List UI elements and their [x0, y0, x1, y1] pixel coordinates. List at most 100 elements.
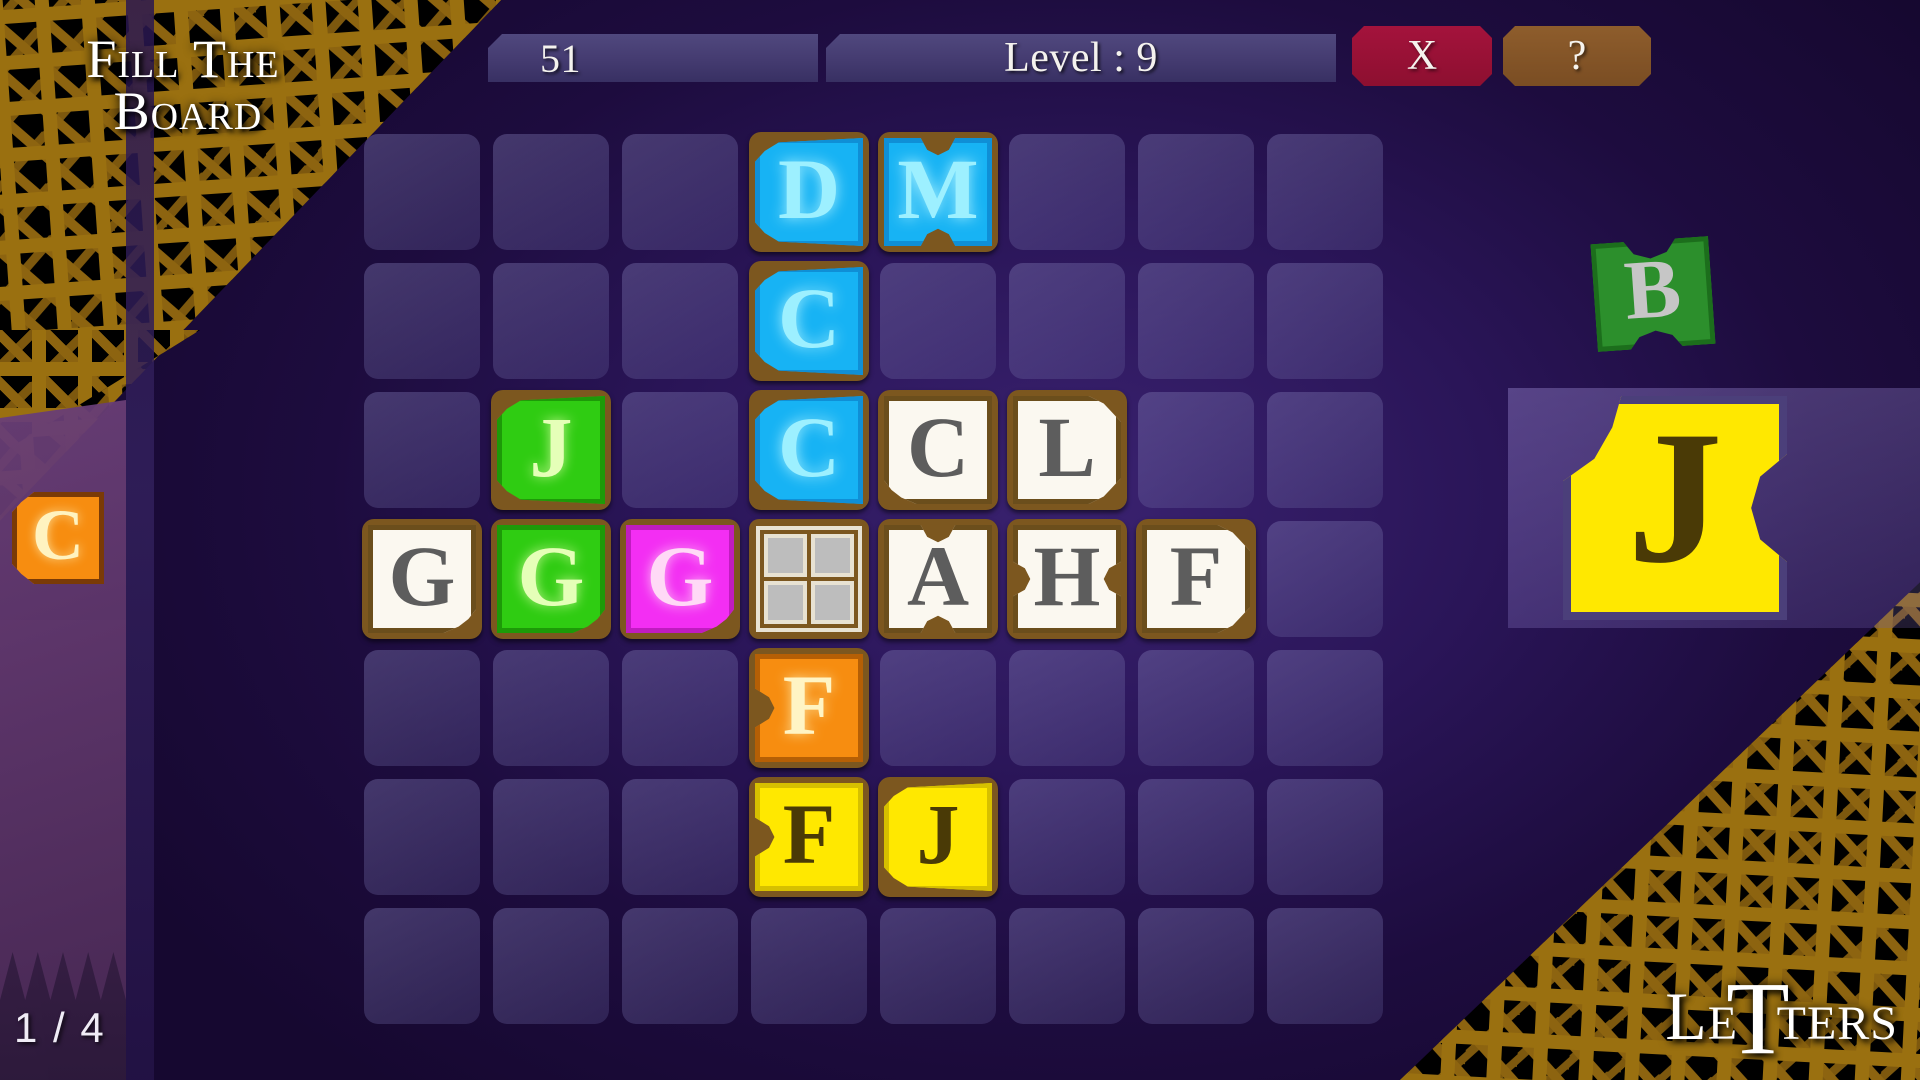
empty-cell[interactable] — [1267, 134, 1383, 250]
board-cell[interactable] — [1003, 773, 1132, 902]
board-cell[interactable] — [487, 128, 616, 257]
held-tile[interactable]: C — [12, 492, 104, 584]
empty-cell[interactable] — [1267, 263, 1383, 379]
board-cell[interactable] — [358, 902, 487, 1031]
board-cell[interactable] — [1261, 257, 1390, 386]
board-cell[interactable] — [1003, 257, 1132, 386]
board-cell[interactable] — [874, 902, 1003, 1031]
empty-cell[interactable] — [1138, 134, 1254, 250]
letter-tile[interactable]: M — [878, 132, 998, 252]
board-cell[interactable]: J — [487, 386, 616, 515]
board-cell[interactable] — [487, 773, 616, 902]
board-cell[interactable] — [1132, 128, 1261, 257]
empty-cell[interactable] — [493, 650, 609, 766]
letter-tile[interactable]: F — [1136, 519, 1256, 639]
empty-cell[interactable] — [1138, 779, 1254, 895]
next-tile[interactable]: J — [1563, 396, 1787, 620]
empty-cell[interactable] — [622, 392, 738, 508]
board-cell[interactable]: F — [745, 644, 874, 773]
empty-cell[interactable] — [622, 263, 738, 379]
board-cell[interactable] — [1132, 902, 1261, 1031]
empty-cell[interactable] — [1009, 650, 1125, 766]
board-cell[interactable] — [487, 644, 616, 773]
empty-cell[interactable] — [1267, 779, 1383, 895]
board-cell[interactable] — [1003, 902, 1132, 1031]
board-cell[interactable] — [874, 644, 1003, 773]
board-cell[interactable]: F — [745, 773, 874, 902]
empty-cell[interactable] — [622, 908, 738, 1024]
block-tile[interactable] — [749, 519, 869, 639]
empty-cell[interactable] — [364, 392, 480, 508]
board-cell[interactable] — [358, 644, 487, 773]
empty-cell[interactable] — [622, 650, 738, 766]
board-cell[interactable] — [358, 386, 487, 515]
empty-cell[interactable] — [880, 908, 996, 1024]
board-cell[interactable] — [487, 257, 616, 386]
board-cell[interactable] — [1261, 386, 1390, 515]
board-cell[interactable] — [358, 128, 487, 257]
board-cell[interactable]: F — [1132, 515, 1261, 644]
board-cell[interactable]: C — [874, 386, 1003, 515]
board-cell[interactable] — [358, 773, 487, 902]
letter-tile[interactable]: A — [878, 519, 998, 639]
empty-cell[interactable] — [1009, 134, 1125, 250]
board-cell[interactable] — [616, 257, 745, 386]
empty-cell[interactable] — [622, 134, 738, 250]
board-cell[interactable] — [745, 902, 874, 1031]
letter-tile[interactable]: F — [749, 648, 869, 768]
empty-cell[interactable] — [1138, 908, 1254, 1024]
close-button[interactable]: X — [1352, 26, 1492, 86]
empty-cell[interactable] — [1138, 650, 1254, 766]
board-cell[interactable] — [1003, 128, 1132, 257]
empty-cell[interactable] — [1009, 779, 1125, 895]
empty-cell[interactable] — [622, 779, 738, 895]
board-cell[interactable] — [874, 257, 1003, 386]
board-cell[interactable]: G — [487, 515, 616, 644]
board-cell[interactable]: G — [358, 515, 487, 644]
board-cell[interactable]: J — [874, 773, 1003, 902]
letter-tile[interactable]: F — [749, 777, 869, 897]
board-cell[interactable] — [616, 644, 745, 773]
empty-cell[interactable] — [493, 779, 609, 895]
board-cell[interactable]: M — [874, 128, 1003, 257]
board-cell[interactable] — [1003, 644, 1132, 773]
empty-cell[interactable] — [1009, 263, 1125, 379]
empty-cell[interactable] — [1009, 908, 1125, 1024]
empty-cell[interactable] — [1138, 392, 1254, 508]
letter-tile[interactable]: C — [749, 261, 869, 381]
empty-cell[interactable] — [1267, 521, 1383, 637]
board-cell[interactable] — [1132, 773, 1261, 902]
empty-cell[interactable] — [1138, 263, 1254, 379]
empty-cell[interactable] — [364, 779, 480, 895]
letter-tile[interactable]: C — [878, 390, 998, 510]
empty-cell[interactable] — [364, 263, 480, 379]
board-cell[interactable]: C — [745, 257, 874, 386]
empty-cell[interactable] — [751, 908, 867, 1024]
board-cell[interactable] — [1132, 644, 1261, 773]
empty-cell[interactable] — [493, 134, 609, 250]
empty-cell[interactable] — [364, 650, 480, 766]
empty-cell[interactable] — [880, 263, 996, 379]
board-cell[interactable] — [358, 257, 487, 386]
board-cell[interactable] — [616, 128, 745, 257]
board-cell[interactable] — [1261, 515, 1390, 644]
empty-cell[interactable] — [364, 134, 480, 250]
game-board[interactable]: DMCJCCLGGGAHFFFJ — [358, 128, 1390, 1031]
letter-tile[interactable]: C — [749, 390, 869, 510]
queued-tile[interactable]: B — [1590, 236, 1715, 352]
board-cell[interactable] — [1261, 902, 1390, 1031]
empty-cell[interactable] — [493, 908, 609, 1024]
board-cell[interactable] — [1132, 257, 1261, 386]
empty-cell[interactable] — [493, 263, 609, 379]
board-cell[interactable] — [616, 773, 745, 902]
empty-cell[interactable] — [364, 908, 480, 1024]
empty-cell[interactable] — [1267, 908, 1383, 1024]
board-cell[interactable]: H — [1003, 515, 1132, 644]
board-cell[interactable]: C — [745, 386, 874, 515]
empty-cell[interactable] — [1267, 650, 1383, 766]
letter-tile[interactable]: G — [620, 519, 740, 639]
empty-cell[interactable] — [1267, 392, 1383, 508]
board-cell[interactable] — [487, 902, 616, 1031]
board-cell[interactable] — [1261, 644, 1390, 773]
letter-tile[interactable]: L — [1007, 390, 1127, 510]
